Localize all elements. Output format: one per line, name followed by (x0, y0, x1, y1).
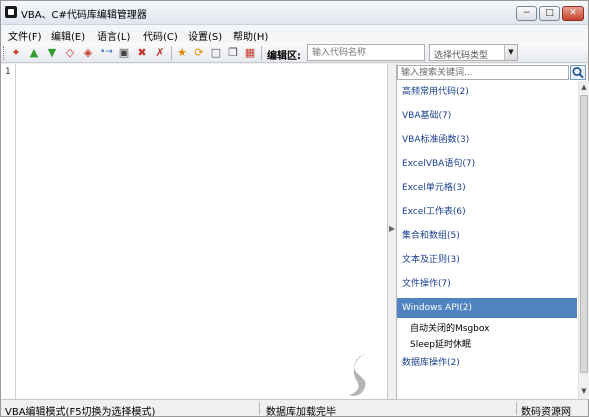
vertical-scrollbar[interactable]: ▲ ▼ (578, 81, 589, 399)
new-doc-icon[interactable]: □ (210, 46, 222, 59)
category-item[interactable]: 文本及正则(3) (397, 250, 577, 270)
menu-edit[interactable]: 编辑(E) (51, 28, 85, 43)
category-item[interactable]: Excel工作表(6) (397, 202, 577, 222)
code-item[interactable]: 自动关闭的Msgbox (397, 321, 577, 337)
minimize-button[interactable]: − (516, 6, 537, 21)
close-button[interactable]: ✕ (562, 6, 584, 21)
menu-help[interactable]: 帮助(H) (233, 28, 268, 43)
copy-doc-icon[interactable]: ❐ (227, 46, 239, 59)
collapse-arrow-icon[interactable]: ▶ (389, 224, 395, 233)
category-item[interactable]: ExcelVBA语句(7) (397, 154, 577, 174)
edit-area-label: 编辑区: (267, 51, 301, 62)
search-button[interactable] (570, 65, 586, 80)
move-up-icon[interactable]: ▲ (28, 46, 40, 59)
category-item[interactable]: Excel单元格(3) (397, 178, 577, 198)
code-type-value: 选择代码类型 (434, 51, 489, 61)
code-name-input[interactable] (307, 44, 425, 61)
category-item[interactable]: VBA基础(7) (397, 106, 577, 126)
code-type-select[interactable]: 选择代码类型 ▼ (429, 44, 518, 61)
copy-icon[interactable]: ◇ (64, 46, 76, 59)
menu-settings[interactable]: 设置(S) (188, 28, 222, 43)
delete-icon[interactable]: ✖ (136, 46, 148, 59)
menu-code[interactable]: 代码(C) (143, 28, 178, 43)
search-icon (572, 67, 584, 79)
app-window: VBA、C#代码库编辑管理器 − □ ✕ 文件(F) 编辑(E) 语言(L) 代… (0, 0, 589, 417)
scroll-up-icon[interactable]: ▲ (579, 82, 589, 93)
category-item[interactable]: VBA标准函数(3) (397, 130, 577, 150)
category-tree: 高频常用代码(2) VBA基础(7) VBA标准函数(3) ExcelVBA语句… (397, 81, 577, 399)
link-icon[interactable]: •→ (100, 46, 113, 59)
toolbar: ✦ ▲ ▼ ◇ ◈ •→ ▣ ✖ ✗ ★ ⟳ □ ❐ ▦ 编辑区: 选择代码类型… (1, 43, 588, 63)
app-icon (5, 6, 17, 18)
status-right-text: 数码资源网 (521, 407, 571, 417)
menu-bar: 文件(F) 编辑(E) 语言(L) 代码(C) 设置(S) 帮助(H) (1, 25, 588, 43)
title-bar: VBA、C#代码库编辑管理器 − □ ✕ (1, 1, 588, 25)
watermark-logo (349, 353, 367, 396)
database-status: 数据库加载完毕 (266, 407, 336, 417)
chevron-down-icon[interactable]: ▼ (504, 45, 517, 60)
window-title: VBA、C#代码库编辑管理器 (21, 10, 147, 21)
status-bar: VBA编辑模式(F5切换为选择模式) 数据库加载完毕 数码资源网 (1, 399, 588, 417)
status-separator (516, 402, 517, 415)
panel-splitter[interactable]: ▶ (388, 64, 396, 399)
code-editor[interactable]: 1 (1, 64, 388, 399)
code-library-panel: 高频常用代码(2) VBA基础(7) VBA标准函数(3) ExcelVBA语句… (396, 64, 589, 399)
maximize-button[interactable]: □ (539, 6, 560, 21)
search-input[interactable] (397, 65, 569, 80)
add-code-icon[interactable]: ✦ (10, 46, 22, 59)
line-number-gutter: 1 (1, 64, 16, 399)
scrollbar-thumb[interactable] (580, 95, 588, 373)
export-icon[interactable]: ▦ (244, 46, 256, 59)
category-item[interactable]: 高频常用代码(2) (397, 82, 577, 102)
bookmark-icon[interactable]: ★ (176, 46, 188, 59)
toolbar-separator (261, 46, 262, 60)
editor-mode-status: VBA编辑模式(F5切换为选择模式) (5, 407, 156, 417)
category-item[interactable]: 数据库操作(2) (397, 353, 577, 373)
toolbar-separator (171, 46, 172, 60)
refresh-icon[interactable]: ⟳ (193, 46, 205, 59)
category-item[interactable]: 文件操作(7) (397, 274, 577, 294)
status-separator (259, 402, 260, 415)
line-number: 1 (5, 67, 11, 77)
category-item[interactable]: 集合和数组(5) (397, 226, 577, 246)
toolbar-grip[interactable] (3, 46, 6, 60)
paste-icon[interactable]: ◈ (82, 46, 94, 59)
scroll-down-icon[interactable]: ▼ (579, 386, 589, 397)
remove-icon[interactable]: ✗ (154, 46, 166, 59)
category-item-selected[interactable]: Windows API(2) (397, 298, 577, 318)
move-down-icon[interactable]: ▼ (46, 46, 58, 59)
save-icon[interactable]: ▣ (118, 46, 130, 59)
menu-language[interactable]: 语言(L) (97, 28, 130, 43)
menu-file[interactable]: 文件(F) (8, 28, 42, 43)
code-item[interactable]: Sleep延时休眠 (397, 337, 577, 353)
